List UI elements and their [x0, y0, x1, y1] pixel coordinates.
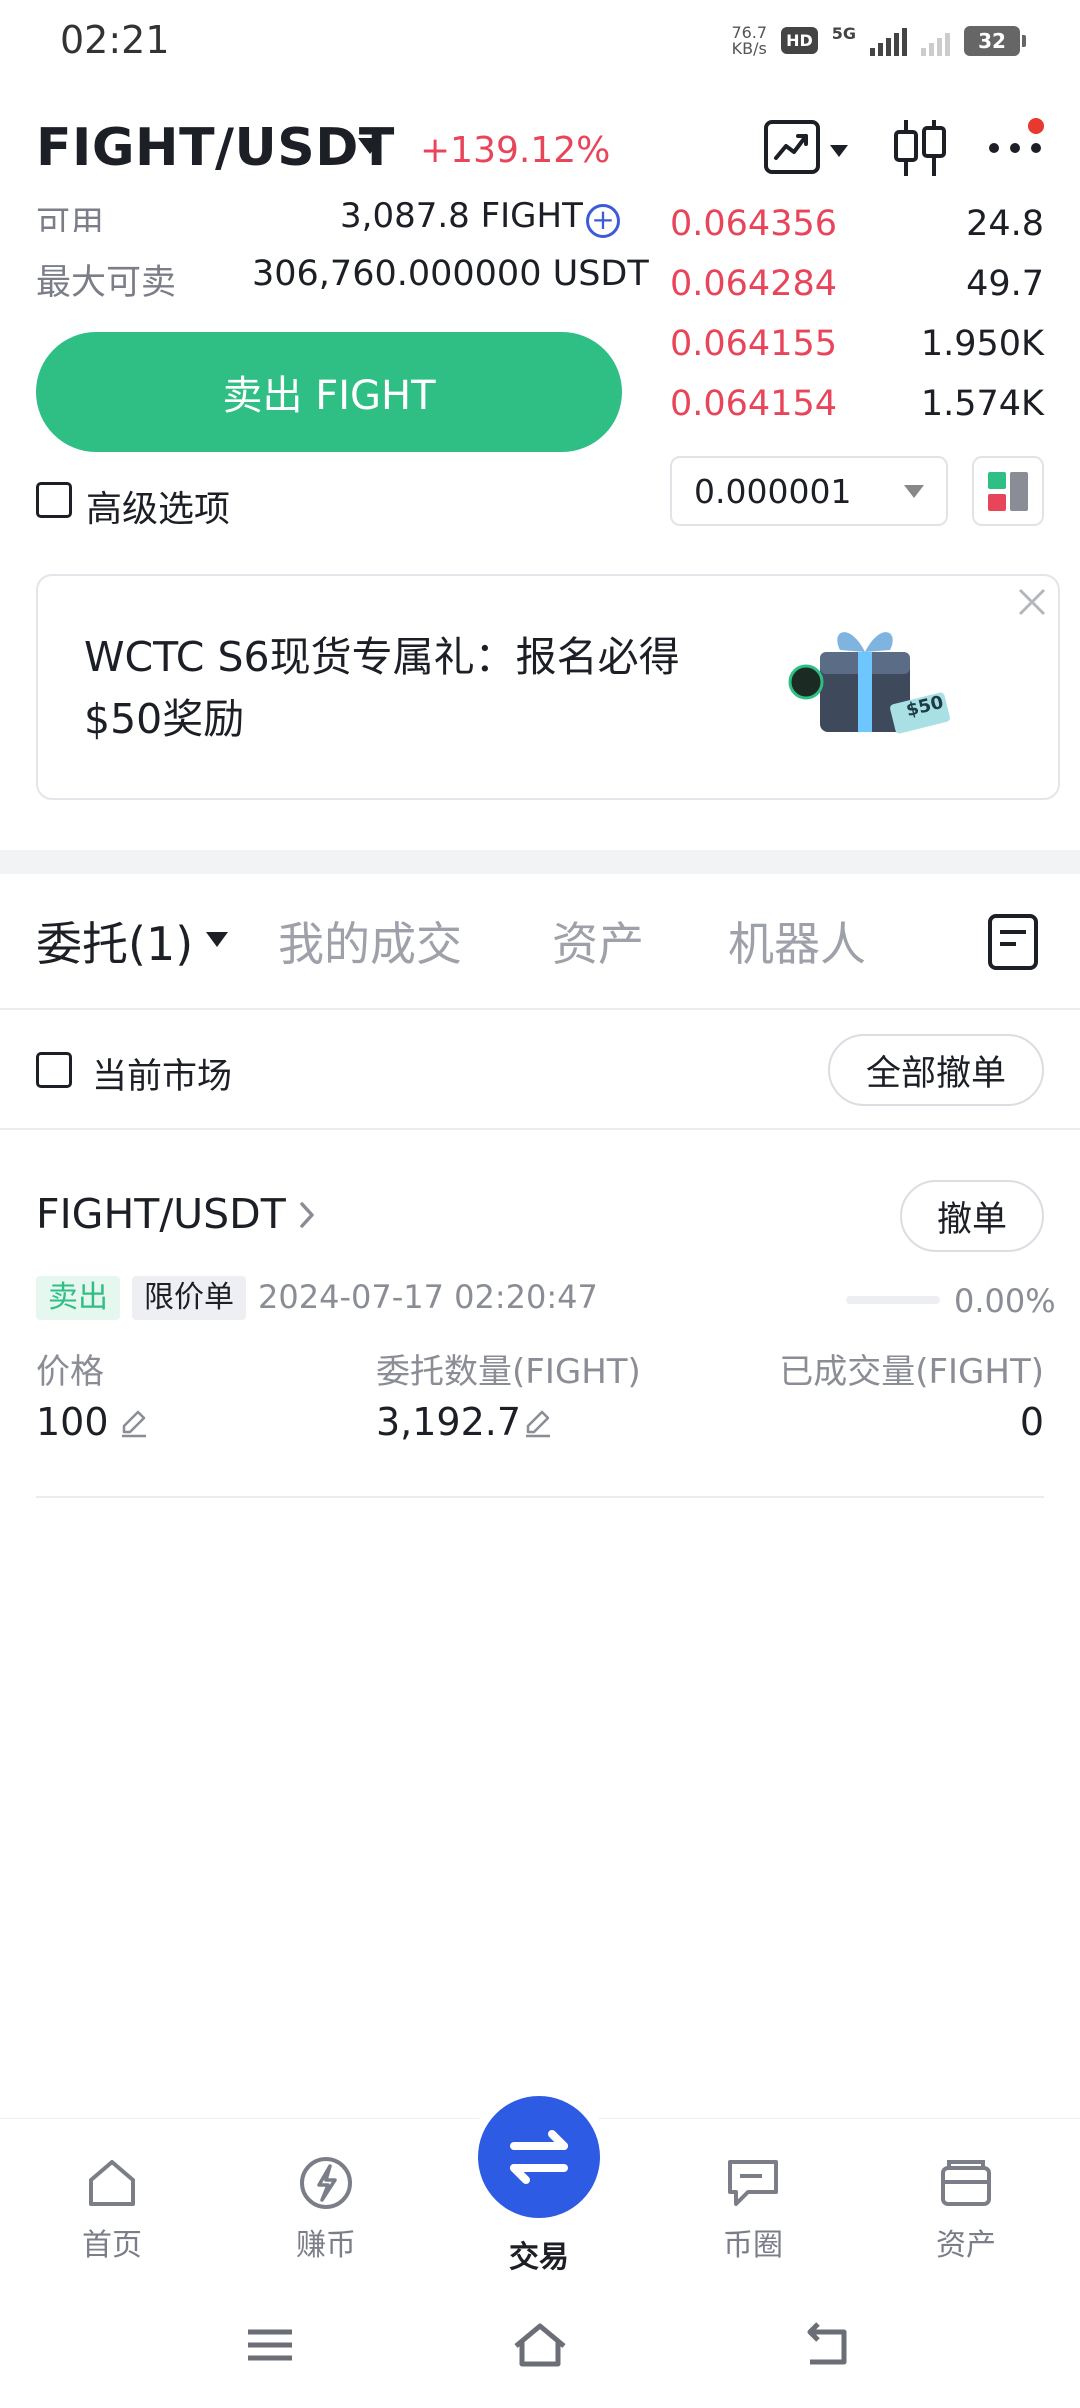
signal-2-icon	[921, 26, 950, 56]
price-value: 100	[36, 1400, 109, 1444]
nav-earn-label: 赚币	[296, 2228, 356, 2263]
current-market-label[interactable]: 当前市场	[92, 1048, 232, 1099]
max-sell-label: 最大可卖	[36, 263, 177, 303]
trade-icon	[510, 2130, 568, 2184]
filled-value: 0	[1019, 1400, 1044, 1444]
tab-my-trades[interactable]: 我的成交	[278, 908, 462, 974]
battery-icon: 32	[964, 25, 1026, 56]
home-icon	[89, 2160, 135, 2206]
pair-title[interactable]: FIGHT/USDT	[36, 118, 395, 178]
ask-price: 0.064154	[670, 384, 838, 424]
gift-box-image: $50	[780, 612, 960, 752]
advanced-options-label[interactable]: 高级选项	[86, 480, 230, 532]
community-icon	[728, 2160, 778, 2206]
more-icon[interactable]	[986, 132, 1044, 162]
price-label: 价格	[36, 1352, 104, 1392]
notification-dot	[1028, 118, 1044, 134]
tab-orders-dropdown-icon[interactable]	[206, 932, 228, 947]
hd-badge: HD	[781, 27, 818, 54]
orderbook-row[interactable]: 0.064154 1.574K	[670, 384, 1044, 442]
net-speed-unit: KB/s	[731, 38, 767, 58]
chevron-right-icon[interactable]	[296, 1200, 318, 1230]
max-sell-value: 306,760.000000 USDT	[252, 254, 649, 294]
tab-bots[interactable]: 机器人	[728, 908, 866, 974]
back-icon[interactable]	[796, 2320, 856, 2370]
sell-button[interactable]: 卖出 FIGHT	[36, 332, 622, 452]
available-label: 可用	[36, 204, 104, 232]
divider	[36, 1496, 1044, 1498]
network-type: 5G	[831, 24, 856, 43]
nav-assets-label: 资产	[936, 2228, 996, 2263]
divider	[0, 1128, 1080, 1130]
ask-qty: 1.574K	[920, 384, 1044, 424]
filled-label: 已成交量(FIGHT)	[779, 1352, 1044, 1392]
system-home-icon[interactable]	[510, 2320, 570, 2370]
order-side-badge: 卖出	[36, 1276, 120, 1320]
nav-earn[interactable]: 赚币	[256, 2152, 396, 2264]
nav-home[interactable]: 首页	[42, 2152, 182, 2264]
ask-qty: 1.950K	[920, 324, 1044, 364]
orderbook-row[interactable]: 0.064284 49.7	[670, 264, 1044, 322]
nav-assets[interactable]: 资产	[896, 2152, 1036, 2264]
order-pair[interactable]: FIGHT/USDT	[36, 1190, 286, 1238]
ask-price: 0.064356	[670, 204, 838, 244]
trade-button[interactable]	[478, 2096, 600, 2218]
net-speed: 76.7 KB/s	[731, 24, 767, 58]
chevron-down-icon	[904, 484, 924, 498]
nav-home-label: 首页	[82, 2228, 142, 2263]
order-type-badge: 限价单	[132, 1276, 246, 1320]
transfer-plus-icon[interactable]: +	[586, 204, 620, 238]
amount-label: 委托数量(FIGHT)	[376, 1352, 641, 1392]
section-divider	[0, 850, 1080, 874]
wallet-icon	[941, 2160, 991, 2206]
price-change: +139.12%	[420, 130, 611, 171]
cancel-all-button[interactable]: 全部撤单	[828, 1034, 1044, 1106]
edit-amount-icon[interactable]	[522, 1406, 554, 1438]
tab-assets[interactable]: 资产	[552, 908, 644, 974]
amount-value: 3,192.7	[376, 1400, 522, 1444]
signal-icon	[870, 26, 907, 56]
fill-percent: 0.00%	[954, 1282, 1056, 1320]
orderbook-row[interactable]: 0.064155 1.950K	[670, 324, 1044, 382]
pair-dropdown-icon[interactable]	[358, 138, 382, 154]
tab-orders[interactable]: 委托(1)	[36, 908, 193, 974]
available-value: 3,087.8 FIGHT	[340, 196, 583, 232]
orderbook-layout-icon[interactable]	[972, 456, 1044, 526]
status-icons: 76.7 KB/s HD 5G 32	[731, 24, 1026, 58]
divider	[0, 1008, 1080, 1010]
status-time: 02:21	[60, 18, 170, 62]
menu-icon[interactable]	[240, 2320, 300, 2370]
ask-qty: 24.8	[966, 204, 1044, 244]
ask-price: 0.064284	[670, 264, 838, 304]
nav-trade[interactable]: 交易	[469, 2226, 609, 2276]
close-icon[interactable]	[1016, 586, 1048, 618]
precision-select[interactable]: 0.000001	[670, 456, 948, 526]
orderbook-row[interactable]: 0.064356 24.8	[670, 204, 1044, 262]
nav-community[interactable]: 币圈	[683, 2152, 823, 2264]
current-market-checkbox[interactable]	[36, 1052, 72, 1088]
chart-type-dropdown-icon[interactable]	[830, 145, 848, 157]
cancel-order-button[interactable]: 撤单	[900, 1180, 1044, 1252]
candlestick-icon[interactable]	[890, 116, 950, 180]
ask-qty: 49.7	[966, 264, 1044, 304]
chart-type-icon[interactable]	[764, 120, 820, 174]
nav-community-label: 币圈	[723, 2228, 783, 2263]
order-history-icon[interactable]	[986, 912, 1040, 972]
earn-icon	[300, 2157, 352, 2209]
fill-progress-bar	[846, 1296, 940, 1304]
ask-price: 0.064155	[670, 324, 838, 364]
promo-text[interactable]: WCTC S6现货专属礼：报名必得$50奖励	[84, 626, 744, 750]
precision-value: 0.000001	[694, 471, 852, 511]
advanced-options-checkbox[interactable]	[36, 482, 72, 518]
nav-trade-label: 交易	[509, 2240, 569, 2275]
edit-price-icon[interactable]	[118, 1406, 150, 1438]
order-time: 2024-07-17 02:20:47	[258, 1278, 598, 1316]
